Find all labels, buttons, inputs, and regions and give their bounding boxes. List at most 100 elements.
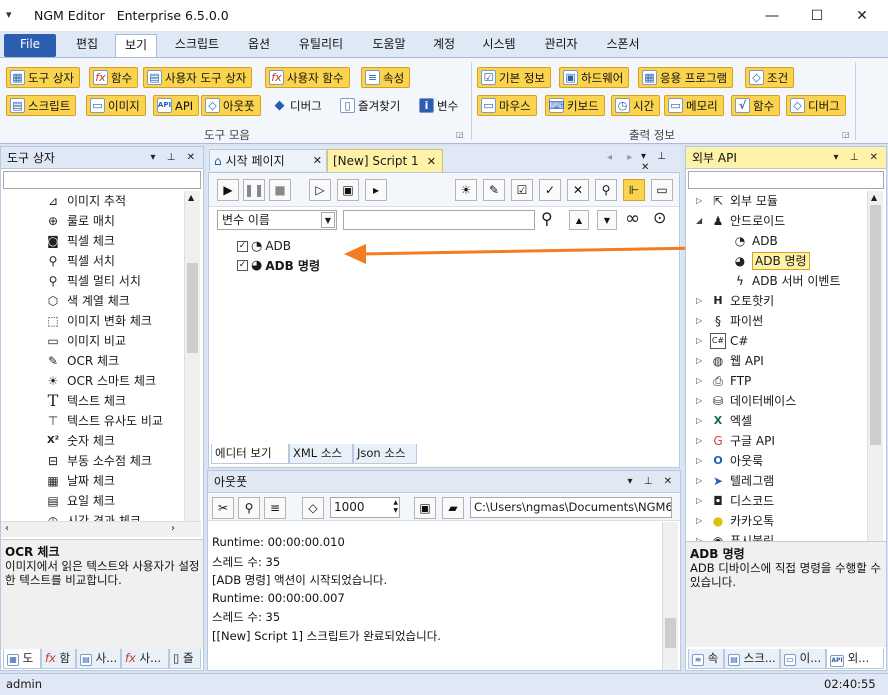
maximize-icon[interactable]: ☐ [795,2,839,30]
api-tree-item[interactable]: ▷ ⛁ 데이터베이스 [696,391,796,411]
output-filter-button[interactable]: ✂ [212,497,234,519]
output-path-input[interactable]: C:\Users\ngmas\Documents\NGM6\ [470,497,672,518]
tree-collapsed-icon[interactable]: ▷ [696,411,706,431]
api-tree-item[interactable]: ▷ ⎙ FTP [696,371,751,391]
scroll-thumb[interactable] [870,205,881,445]
tab-user-function[interactable]: fx 사... [121,649,169,669]
favorites-toggle-button[interactable]: ▯ 즐겨찾기 [336,95,406,116]
tree-collapsed-icon[interactable]: ▷ [696,471,706,491]
output-toggle-button[interactable]: ◇ 아웃풋 [201,95,261,116]
tab-favorites[interactable]: ▯ 즐 [169,649,201,669]
api-tree-item[interactable]: ϟ ADB 서버 이벤트 [718,271,840,291]
toolbox-item[interactable]: ▭ 이미지 비교 [45,331,126,351]
tree-collapsed-icon[interactable]: ▷ [696,451,706,471]
screen-button[interactable]: ▭ [651,179,673,201]
tree-collapsed-icon[interactable]: ▷ [696,531,706,541]
edit-image-button[interactable]: ✎ [483,179,505,201]
checkbox[interactable]: ✓ [237,240,248,252]
output-folder-button[interactable]: ▰ [442,497,464,519]
variable-toggle-button[interactable]: i 변수 [415,95,464,116]
api-tree-item[interactable]: ▷ H 오토핫키 [696,291,774,311]
condition-button[interactable]: ◇ 조건 [745,67,795,88]
script-line-adb-command[interactable]: ✓ ◕ ADB 명령 [237,256,320,274]
toolbox-hscrollbar[interactable]: ‹ › [1,521,201,537]
tree-collapsed-icon[interactable]: ▷ [696,191,706,211]
output-debug-button[interactable]: ◇ 디버그 [786,95,846,116]
api-tree-item[interactable]: ▷ C# C# [696,331,748,351]
menu-account[interactable]: 계정 [422,34,466,57]
api-tree-item[interactable]: ▷ G 구글 API [696,431,775,451]
tab-nav-icon[interactable]: ◂ ▸ [607,152,638,163]
tab-toolbox[interactable]: ▦ 도 [3,649,41,669]
tree-collapsed-icon[interactable]: ▷ [696,371,706,391]
tab-user-toolbox[interactable]: ▤ 사... [76,649,121,669]
tab-close-icon[interactable]: ✕ [313,154,322,167]
tree-view-button[interactable]: ⊩ [623,179,645,201]
api-tree-item[interactable]: ◢ ♟ 안드로이드 [696,211,785,231]
api-tree-item[interactable]: ▷ ● 카카오톡 [696,511,774,531]
toolbox-item[interactable]: ⊕ 룰로 매치 [45,211,115,231]
delete-button[interactable]: ✕ [567,179,589,201]
toolbox-search-input[interactable] [3,171,201,189]
variable-search-input[interactable] [343,210,535,230]
image-toggle-button[interactable]: ▭ 이미지 [86,95,146,116]
tab-editor-view[interactable]: 에디터 보기 [211,444,289,464]
tab-json-source[interactable]: Json 소스 [353,444,417,464]
run-selection-button[interactable]: ▣ [337,179,359,201]
scroll-thumb[interactable] [665,618,676,648]
toolbox-item[interactable]: X² 숫자 체크 [45,431,115,451]
script-toggle-button[interactable]: ▤ 스크립트 [6,95,77,116]
api-tree-item[interactable]: ▷ ⇱ 외부 모듈 [696,191,778,211]
api-tree-item[interactable]: ▷ ➤ 텔레그램 [696,471,774,491]
tab-script[interactable]: ▤ 스크... [724,649,780,669]
toolbox-item[interactable]: ⊟ 부동 소수점 체크 [45,451,152,471]
tree-collapsed-icon[interactable]: ▷ [696,491,706,511]
checkbox[interactable]: ✓ [237,259,248,271]
more-icon[interactable]: ⊙ [653,208,666,227]
tab-xml-source[interactable]: XML 소스 [289,444,353,464]
tree-collapsed-icon[interactable]: ▷ [696,391,706,411]
output-list-button[interactable]: ≡ [264,497,286,519]
menu-view[interactable]: 보기 [115,34,157,57]
api-tree-item[interactable]: ◔ ADB [718,231,778,251]
chevron-down-icon[interactable]: ▼ [321,212,335,228]
toolbox-item[interactable]: ✎ OCR 체크 [45,351,119,371]
basic-info-button[interactable]: ☑ 기본 정보 [477,67,551,88]
app-menu-icon[interactable]: ▾ [6,8,12,21]
tool-group-launcher-icon[interactable]: ◲ [456,130,464,139]
api-toggle-button[interactable]: API API [153,95,200,116]
move-up-button[interactable]: ▲ [569,210,589,230]
api-search-input[interactable] [688,171,884,189]
tree-expanded-icon[interactable]: ◢ [696,211,706,231]
scroll-up-icon[interactable]: ▲ [188,193,194,202]
api-tree-item[interactable]: ▷ § 파이썬 [696,311,763,331]
toolbox-item[interactable]: ☀ OCR 스마트 체크 [45,371,156,391]
tree-collapsed-icon[interactable]: ▷ [696,291,706,311]
panel-controls-icon[interactable]: ▾ ⊥ ✕ [628,471,676,493]
output-save-button[interactable]: ▣ [414,497,436,519]
infinity-icon[interactable]: ∞ [625,208,640,229]
menu-sponsor[interactable]: 스폰서 [594,34,652,57]
toolbox-item[interactable]: ▦ 날짜 체크 [45,471,115,491]
mouse-button[interactable]: ▭ 마우스 [477,95,537,116]
tab-script-1[interactable]: [New] Script 1 ✕ [327,149,443,172]
api-tree-item[interactable]: ▷ ◍ 웹 API [696,351,764,371]
api-tree-item[interactable]: ◕ ADB 명령 [718,251,810,271]
api-scrollbar[interactable]: ▲ [867,191,883,541]
toolbox-item[interactable]: ⬚ 이미지 변화 체크 [45,311,152,331]
script-line-adb[interactable]: ✓ ◔ ADB [237,237,291,255]
scroll-right-icon[interactable]: › [171,523,175,534]
output-clear-button[interactable]: ◇ [302,497,324,519]
output-find-button[interactable]: ⚲ [238,497,260,519]
hardware-button[interactable]: ▣ 하드웨어 [559,67,630,88]
check-button[interactable]: ✓ [539,179,561,201]
tab-function[interactable]: fx 함 [41,649,76,669]
tab-image[interactable]: ▭ 이... [780,649,826,669]
api-tree-item[interactable]: ▷ ◉ 푸시불릿 [696,531,774,541]
debug-toggle-button[interactable]: ◆ 디버그 [268,95,328,116]
find-button[interactable]: ⚲ [595,179,617,201]
variable-select[interactable]: 변수 이름 ▼ [217,210,337,230]
api-tree-item[interactable]: ▷ O 아웃룩 [696,451,763,471]
scroll-up-icon[interactable]: ▲ [871,193,877,202]
application-button[interactable]: ▦ 응용 프로그램 [638,67,734,88]
